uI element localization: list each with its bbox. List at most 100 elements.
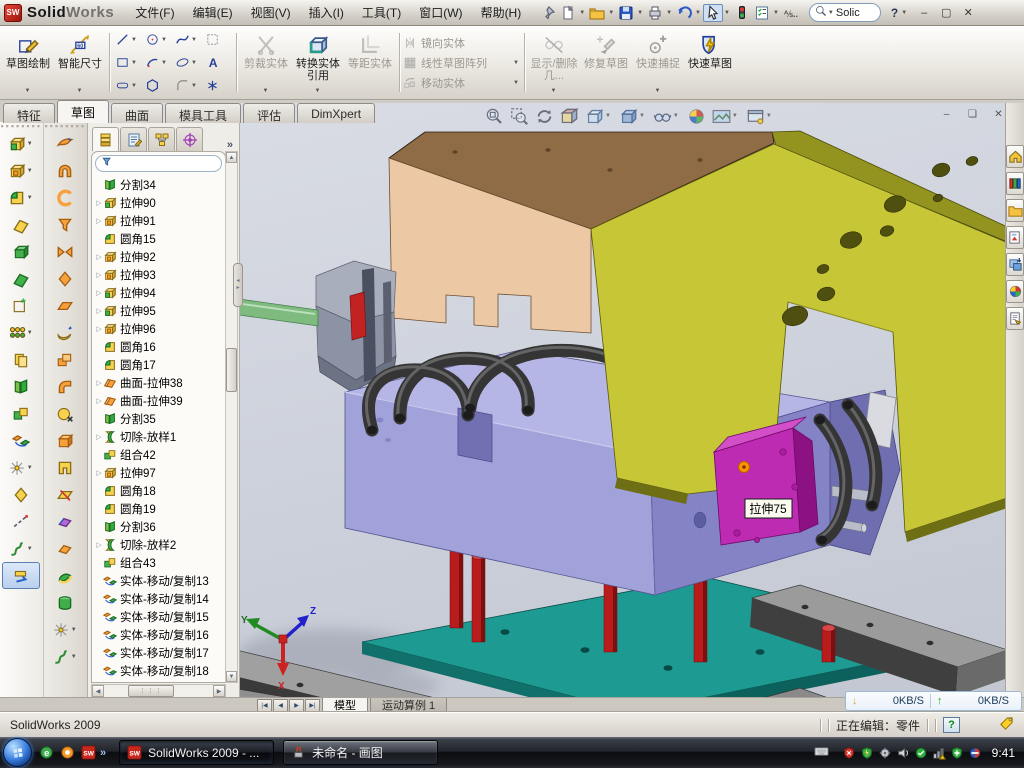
tree-expander-icon[interactable]: ▷ [95,289,103,297]
slot-tool[interactable]: ▼ [113,74,143,97]
features-boss2-dropdown-icon[interactable]: ▼ [27,168,33,174]
solidworks-resources-tab[interactable] [1006,145,1024,168]
spline-tool-dropdown-icon[interactable]: ▼ [191,37,197,43]
surfaces-arrowX-button[interactable] [46,481,84,508]
help-dropdown-icon[interactable]: ▼ [901,10,907,16]
open-button-dropdown-icon[interactable]: ▼ [608,10,614,16]
features-boss-dropdown-icon[interactable]: ▼ [27,141,33,147]
features-split-button[interactable] [2,373,40,400]
network-speed-widget[interactable]: ↓0KB/S ↑0KB/S [845,691,1022,711]
features-combine-button[interactable] [2,400,40,427]
sketch-text-tool[interactable]: A [203,51,233,74]
tab-mold-tools[interactable]: 模具工具 [165,103,241,123]
quick-launch-media[interactable] [60,745,75,760]
tree-expander-icon[interactable]: ▷ [95,217,103,225]
line-tool-dropdown-icon[interactable]: ▼ [131,37,137,43]
arc-tool[interactable]: ▼ [143,51,173,74]
tree-item[interactable]: 圆角15 [92,230,225,248]
tree-item[interactable]: 分割36 [92,518,225,536]
tree-item[interactable]: ▷拉伸95 [92,302,225,320]
surfaces-archO-button[interactable] [46,157,84,184]
tree-item[interactable]: ▷拉伸90 [92,194,225,212]
menu-window[interactable]: 窗口(W) [410,0,471,25]
surfaces-banana-button[interactable] [46,319,84,346]
quick-launch-solidworks[interactable]: SW [81,745,96,760]
tree-item[interactable]: ▷曲面-拉伸38 [92,374,225,392]
tree-item[interactable]: 圆角18 [92,482,225,500]
tree-item[interactable]: 组合43 [92,554,225,572]
scroll-up-arrow[interactable]: ▲ [226,152,237,163]
tree-item[interactable]: ▷切除-放样1 [92,428,225,446]
tree-item[interactable]: ▷拉伸94 [92,284,225,302]
tab-evaluate[interactable]: 评估 [243,103,295,123]
point-tool[interactable] [203,74,233,97]
trim-entities-button-dropdown-icon[interactable]: ▼ [263,85,269,97]
window-minimize-button[interactable]: – [913,4,935,22]
quick-snaps-button-dropdown-icon[interactable]: ▼ [655,85,661,97]
surfaces-stardot-button[interactable]: ▼ [46,616,84,643]
surfaces-cylG-button[interactable] [46,589,84,616]
move-entities-button-dropdown-icon[interactable]: ▼ [513,80,519,86]
tray-netWarn-icon[interactable] [932,746,946,760]
tree-expander-icon[interactable]: ▷ [95,199,103,207]
tree-expander-icon[interactable]: ▷ [95,397,103,405]
tab-surfaces[interactable]: 曲面 [111,103,163,123]
surfaces-grip[interactable]: ▪▪▪▪▪▪▪▪ [44,123,86,130]
menu-tools[interactable]: 工具(T) [353,0,410,25]
menu-help[interactable]: 帮助(H) [472,0,531,25]
tab-sketch[interactable]: 草图 [57,100,109,123]
tree-item[interactable]: 组合42 [92,446,225,464]
print-button-dropdown-icon[interactable]: ▼ [666,10,672,16]
tree-item[interactable]: ▷拉伸92 [92,248,225,266]
tray-ballRB-icon[interactable] [968,746,982,760]
rectangle-tool[interactable]: ▼ [113,51,143,74]
taskbar-paint-button[interactable]: 未命名 - 画图 [283,740,438,765]
undo-button-dropdown-icon[interactable]: ▼ [695,10,701,16]
tree-item[interactable]: ▷曲面-拉伸39 [92,392,225,410]
surfaces-ballG-button[interactable] [46,562,84,589]
surfaces-wingO-button[interactable] [46,130,84,157]
tree-expander-icon[interactable]: ▷ [95,271,103,279]
tree-item[interactable]: ▷切除-放样2 [92,536,225,554]
new-document-button[interactable] [558,3,578,23]
sketch-fillet-tool-dropdown-icon[interactable]: ▼ [191,83,197,89]
features-boxstar-button[interactable]: * [2,292,40,319]
spline-tool[interactable]: ▼ [173,28,203,51]
scroll-thumb[interactable] [226,348,237,392]
tree-expander-icon[interactable]: ▷ [95,307,103,315]
surfaces-plateO-button[interactable] [46,292,84,319]
tree-item[interactable]: 实体-移动/复制16 [92,626,225,644]
quick-tips-help-button[interactable]: ? [943,717,960,733]
menu-view[interactable]: 视图(V) [242,0,300,25]
tree-item[interactable]: 实体-移动/复制13 [92,572,225,590]
help-button[interactable]: ? [889,3,900,23]
features-boss2-button[interactable]: ▼ [2,157,40,184]
menu-edit[interactable]: 编辑(E) [184,0,242,25]
tray-gearT-icon[interactable] [878,746,892,760]
tray-shieldRed-icon[interactable] [842,746,856,760]
tree-item[interactable]: 分割34 [92,176,225,194]
menu-file[interactable]: 文件(F) [126,0,183,25]
select-tool-button-dropdown-icon[interactable]: ▼ [724,10,730,16]
tab-features[interactable]: 特征 [3,103,55,123]
tree-item[interactable]: 实体-移动/复制18 [92,662,225,680]
tree-vertical-scrollbar[interactable]: ▲ ▼ [225,151,238,683]
tree-item[interactable]: ▷拉伸97 [92,464,225,482]
surfaces-diamondO-button[interactable] [46,265,84,292]
features-fillet-dropdown-icon[interactable]: ▼ [27,195,33,201]
tree-expander-icon[interactable]: ▷ [95,541,103,549]
tree-item[interactable]: 圆角16 [92,338,225,356]
hscroll-thumb[interactable]: ⋮⋮⋮ [128,685,174,697]
tree-item[interactable]: 圆角17 [92,356,225,374]
tree-item[interactable]: 分割35 [92,410,225,428]
convert-entities-button-dropdown-icon[interactable]: ▼ [315,85,321,97]
features-cubeG-button[interactable] [2,238,40,265]
magenta-block[interactable] [714,417,818,545]
tree-expander-icon[interactable]: ▷ [95,325,103,333]
features-boss-button[interactable]: ▼ [2,130,40,157]
features-movecopy-button[interactable] [2,427,40,454]
features-snake-dropdown-icon[interactable]: ▼ [27,546,33,552]
next-frame-button[interactable]: ▶ [289,699,304,712]
featuremanager-tab[interactable] [92,127,119,151]
scroll-right-arrow[interactable]: ▶ [213,685,225,697]
